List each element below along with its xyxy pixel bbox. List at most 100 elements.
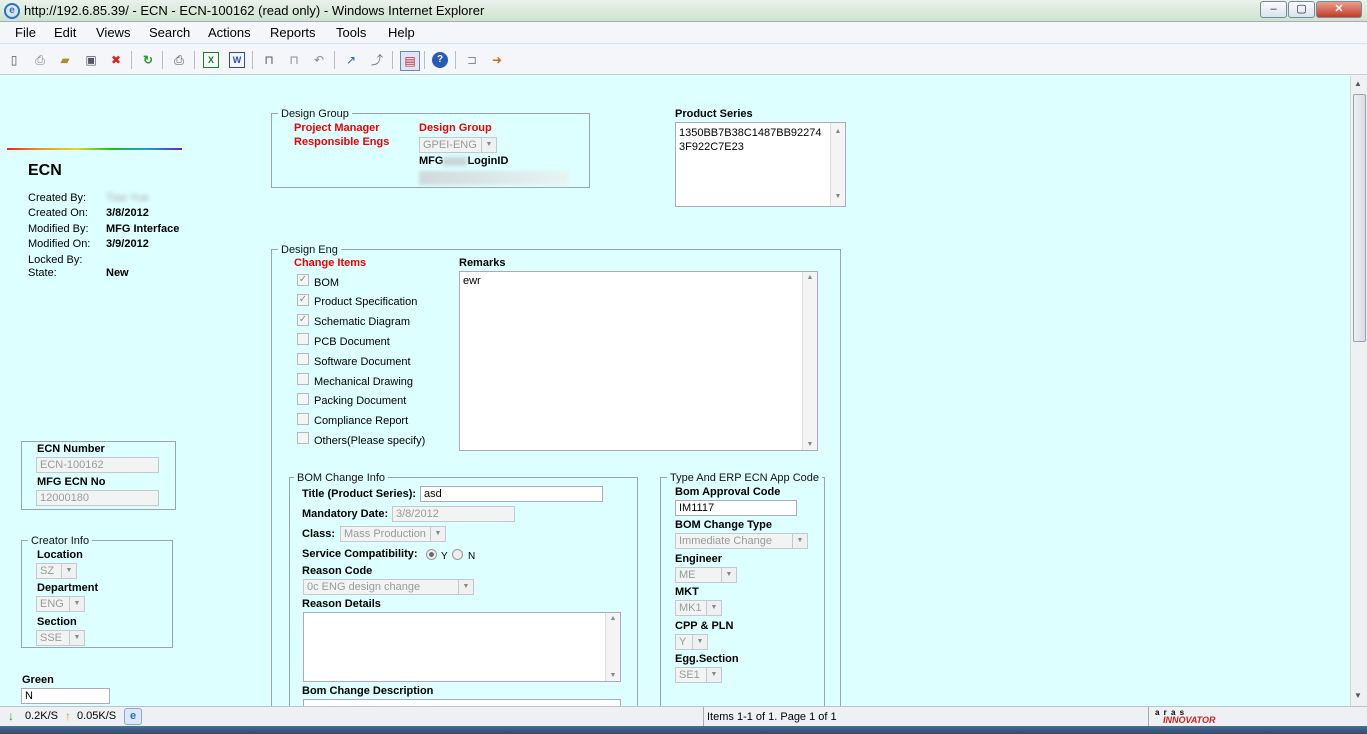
bom-approval-label: Bom Approval Code <box>675 486 781 498</box>
software-document-checkbox[interactable] <box>297 353 309 365</box>
service-y-label: Y <box>441 551 448 562</box>
mechanical-drawing-checkbox[interactable] <box>297 373 309 385</box>
modified-on-value: 3/9/2012 <box>106 238 149 250</box>
engineer-select[interactable]: ME ▼ <box>675 567 737 583</box>
compliance-report-checkbox[interactable] <box>297 413 309 425</box>
product-specification-checkbox[interactable]: ✓ <box>297 294 309 306</box>
scrollbar-thumb[interactable] <box>1353 94 1366 342</box>
chevron-down-icon: ▼ <box>692 635 707 649</box>
loginid-suffix: LoginID <box>467 155 509 167</box>
menu-edit[interactable]: Edit <box>54 25 76 40</box>
maximize-button[interactable]: ▢ <box>1288 1 1315 18</box>
toolbar-separator <box>455 51 456 69</box>
chevron-down-icon: ▼ <box>706 601 721 615</box>
schematic-diagram-checkbox[interactable]: ✓ <box>297 314 309 326</box>
ecn-number-label: ECN Number <box>37 443 105 455</box>
menu-search[interactable]: Search <box>149 25 190 40</box>
promote-icon[interactable]: ↗ <box>343 52 359 68</box>
reason-code-value: 0c ENG design change <box>307 581 421 593</box>
bom-change-description-field[interactable] <box>303 699 621 706</box>
scroll-up-icon[interactable]: ▲ <box>606 615 620 622</box>
egg-section-select[interactable]: SE1 ▼ <box>675 667 722 683</box>
ecn-number-field[interactable]: ECN-100162 <box>36 457 159 473</box>
scroll-down-icon[interactable]: ▼ <box>831 190 845 204</box>
toolbar-separator <box>424 51 425 69</box>
pcb-document-checkbox[interactable] <box>297 333 309 345</box>
reason-details-scrollbar[interactable]: ▲ ▼ <box>605 613 620 681</box>
service-n-label: N <box>468 551 476 562</box>
menu-tools[interactable]: Tools <box>336 25 366 40</box>
packing-document-checkbox[interactable] <box>297 393 309 405</box>
reason-details-field[interactable]: ▲ ▼ <box>303 612 621 682</box>
cpp-pln-select[interactable]: Y ▼ <box>675 634 708 650</box>
close-button[interactable]: ✕ <box>1316 1 1362 18</box>
service-n-radio[interactable] <box>452 549 463 560</box>
scroll-down-icon[interactable]: ▼ <box>606 672 620 679</box>
engineer-label: Engineer <box>675 553 723 565</box>
bom-change-type-select[interactable]: Immediate Change ▼ <box>675 533 808 549</box>
modified-by-value: MFG Interface <box>106 223 180 235</box>
service-y-radio[interactable] <box>426 549 437 560</box>
egg-section-label: Egg.Section <box>675 653 739 665</box>
scroll-down-icon[interactable]: ▼ <box>1354 691 1362 700</box>
chevron-down-icon: ▼ <box>481 138 496 152</box>
form-icon[interactable]: ▤ <box>400 51 420 71</box>
unclaim-icon[interactable]: ⊐ <box>464 52 480 68</box>
scroll-up-icon[interactable]: ▲ <box>803 274 817 281</box>
scroll-up-icon[interactable]: ▲ <box>1354 79 1362 88</box>
export-icon[interactable]: ⤴ <box>369 52 385 68</box>
open-icon[interactable]: ▰ <box>57 52 73 68</box>
title-product-series-field[interactable]: asd <box>420 486 603 502</box>
department-select[interactable]: ENG ▼ <box>36 596 85 612</box>
preview-icon[interactable]: ⎙ <box>32 52 48 68</box>
erp-legend: Type And ERP ECN App Code <box>667 472 822 484</box>
refresh-icon[interactable]: ↻ <box>140 52 156 68</box>
help-icon[interactable]: ? <box>432 52 448 68</box>
section-select[interactable]: SSE ▼ <box>36 630 85 646</box>
remarks-scrollbar[interactable]: ▲ ▼ <box>802 272 817 450</box>
unlock-icon[interactable]: ⊓ <box>286 52 302 68</box>
created-on-label: Created On: <box>28 207 88 219</box>
new-icon[interactable]: ▯ <box>6 52 22 68</box>
mandatory-date-field[interactable]: 3/8/2012 <box>392 506 515 522</box>
location-value: SZ <box>40 565 55 577</box>
others-checkbox[interactable] <box>297 432 309 444</box>
location-select[interactable]: SZ ▼ <box>36 563 77 579</box>
bom-approval-field[interactable]: IM1117 <box>675 500 797 516</box>
minimize-button[interactable]: – <box>1260 1 1287 18</box>
exit-icon[interactable]: ➜ <box>489 52 505 68</box>
toolbar-separator <box>334 51 335 69</box>
print-icon[interactable]: ⎙ <box>171 52 187 68</box>
bom-checkbox[interactable]: ✓ <box>297 274 309 286</box>
class-select[interactable]: Mass Production ▼ <box>340 526 446 542</box>
word-icon[interactable]: W <box>229 52 245 68</box>
mfg-ecn-field[interactable]: 12000180 <box>36 490 159 506</box>
ie-status-icon[interactable]: e <box>124 708 142 725</box>
egg-section-value: SE1 <box>679 669 700 681</box>
mkt-label: MKT <box>675 586 699 598</box>
mkt-select[interactable]: MK1 ▼ <box>675 600 722 616</box>
menu-help[interactable]: Help <box>388 25 415 40</box>
remarks-field[interactable]: ewr ▲ ▼ <box>459 271 818 451</box>
product-series-field[interactable]: 1350BB7B38C1487BB922743F922C7E23 ▲ ▼ <box>675 122 846 207</box>
menu-reports[interactable]: Reports <box>270 25 316 40</box>
design-group-select[interactable]: GPEI-ENG ▼ <box>419 137 497 153</box>
design-eng-legend: Design Eng <box>278 244 341 256</box>
menu-actions[interactable]: Actions <box>208 25 251 40</box>
lock-icon[interactable]: ⊓ <box>261 52 277 68</box>
undo-icon[interactable]: ↶ <box>311 52 327 68</box>
green-field[interactable]: N <box>21 688 110 704</box>
page-scrollbar[interactable]: ▲ ▼ <box>1350 76 1367 706</box>
scroll-down-icon[interactable]: ▼ <box>803 441 817 448</box>
menu-file[interactable]: File <box>15 25 36 40</box>
save-icon[interactable]: ▣ <box>83 52 99 68</box>
remarks-label: Remarks <box>459 257 506 269</box>
change-items-label: Change Items <box>294 257 367 269</box>
menu-views[interactable]: Views <box>96 25 130 40</box>
reason-code-select[interactable]: 0c ENG design change ▼ <box>303 579 474 595</box>
excel-icon[interactable]: X <box>203 52 219 68</box>
scroll-up-icon[interactable]: ▲ <box>831 125 845 139</box>
window-title: http://192.6.85.39/ - ECN - ECN-100162 (… <box>24 3 485 18</box>
product-series-scrollbar[interactable]: ▲ ▼ <box>830 123 845 206</box>
delete-icon[interactable]: ✖ <box>108 52 124 68</box>
